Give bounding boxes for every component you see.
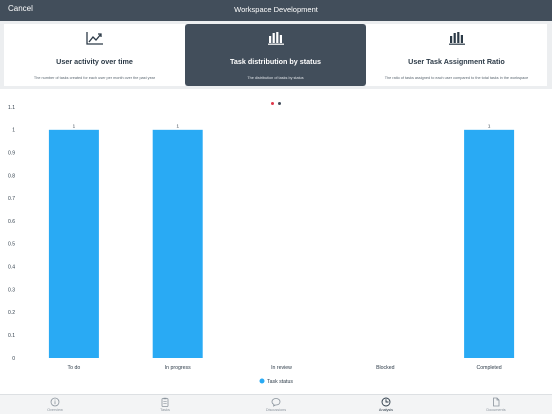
tab-analysis[interactable]: Analysis <box>356 397 416 412</box>
chat-bubble-icon <box>246 397 306 407</box>
bar-data-label: 1 <box>176 123 179 128</box>
y-tick-label: 0.1 <box>8 333 15 339</box>
clipboard-icon <box>135 397 195 407</box>
card-user-activity[interactable]: User activity over time The number of ta… <box>4 24 185 86</box>
legend-label: Task status <box>267 379 293 385</box>
card-title: User activity over time <box>56 57 133 66</box>
document-icon <box>466 397 526 407</box>
tab-discussions[interactable]: Discussions <box>246 397 306 412</box>
y-tick-label: 0.5 <box>8 242 15 248</box>
bar-chart-icon <box>185 31 366 45</box>
y-tick-label: 0.3 <box>8 287 15 293</box>
y-tick-label: 0.8 <box>8 173 15 179</box>
y-tick-label: 1 <box>12 128 15 134</box>
bar-data-label: 1 <box>73 123 76 128</box>
bar <box>48 129 99 358</box>
card-user-task-ratio[interactable]: User Task Assignment Ratio The ratio of … <box>366 24 547 86</box>
card-description: The distribution of tasks by status <box>247 76 304 80</box>
bottom-tab-bar: Overview Tasks Discussions Analysis Docu… <box>0 394 552 414</box>
card-task-distribution[interactable]: Task distribution by status The distribu… <box>185 24 366 86</box>
info-icon <box>25 397 85 407</box>
tab-label: Tasks <box>160 408 170 412</box>
x-tick-label: In progress <box>165 365 191 371</box>
tab-label: Overview <box>47 408 63 412</box>
card-description: The number of tasks created for each use… <box>33 76 156 80</box>
clock-chart-icon <box>356 397 416 407</box>
y-tick-label: 0.2 <box>8 310 15 316</box>
bar <box>152 129 203 358</box>
top-navbar: Cancel Workspace Development <box>0 0 552 21</box>
y-tick-label: 0.6 <box>8 219 15 225</box>
x-tick-label: To do <box>68 365 81 371</box>
bar <box>464 129 515 358</box>
y-tick-label: 1.1 <box>8 105 15 111</box>
y-tick-label: 0.4 <box>8 265 15 271</box>
task-status-bar-chart: 0 0.1 0.2 0.3 0.4 0.5 0.6 0.7 0.8 0.9 1 1.1 1 To do 1 I… <box>8 105 515 385</box>
x-tick-label: Blocked <box>376 365 395 371</box>
page-title: Workspace Development <box>234 5 318 14</box>
y-tick-label: 0 <box>12 356 15 362</box>
tab-label: Documents <box>486 408 506 412</box>
analysis-card-strip: User activity over time The number of ta… <box>0 21 552 89</box>
tab-overview[interactable]: Overview <box>25 397 85 412</box>
y-tick-label: 0.9 <box>8 150 15 156</box>
x-tick-label: In review <box>271 365 292 371</box>
legend-marker <box>259 378 265 384</box>
page-indicator[interactable] <box>0 92 552 105</box>
y-tick-label: 0.7 <box>8 196 15 202</box>
bar-data-label: 1 <box>488 123 491 128</box>
tab-label: Analysis <box>378 408 394 412</box>
card-title: User Task Assignment Ratio <box>408 57 505 66</box>
tab-label: Discussions <box>265 408 287 412</box>
trend-line-icon <box>4 31 185 45</box>
card-title: Task distribution by status <box>230 57 321 66</box>
x-tick-label: Completed <box>477 365 502 371</box>
bar-chart-icon <box>366 31 547 45</box>
tab-documents[interactable]: Documents <box>466 397 526 412</box>
tab-tasks[interactable]: Tasks <box>135 397 195 412</box>
card-description: The ratio of tasks assigned to each user… <box>384 76 529 80</box>
